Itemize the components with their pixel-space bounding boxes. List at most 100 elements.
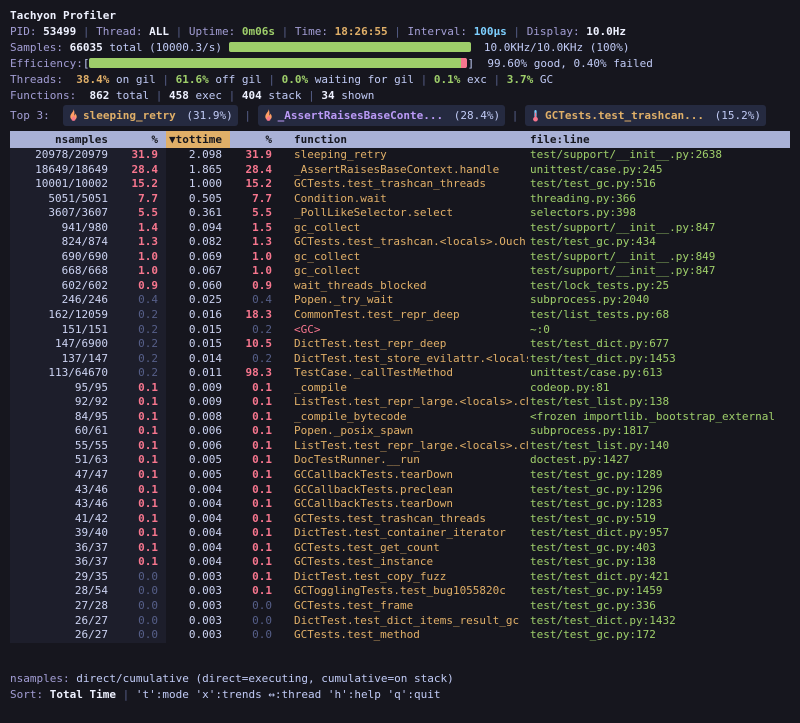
tottime-cell: 0.004 — [166, 526, 230, 541]
table-row[interactable]: 18649/18649 28.4 1.865 28.4 _AssertRaise… — [10, 163, 790, 178]
table-row[interactable]: 147/6900 0.2 0.015 10.5 DictTest.test_re… — [10, 337, 790, 352]
thread-stat-value: 0.1% — [434, 73, 461, 86]
table-row[interactable]: 39/40 0.1 0.004 0.1 DictTest.test_contai… — [10, 526, 790, 541]
function-stat-label: shown — [335, 89, 375, 102]
app-title: Tachyon Profiler — [10, 8, 790, 24]
table-row[interactable]: 5051/5051 7.7 0.505 7.7 Condition.wait t… — [10, 192, 790, 207]
tottime-cell: 0.009 — [166, 381, 230, 396]
gap — [280, 497, 292, 512]
direct-pct-cell: 0.0 — [116, 599, 166, 614]
table-row[interactable]: 113/64670 0.2 0.011 98.3 TestCase._callT… — [10, 366, 790, 381]
table-row[interactable]: 668/668 1.0 0.067 1.0 gc_collect test/su… — [10, 264, 790, 279]
table-row[interactable]: 84/95 0.1 0.008 0.1 _compile_bytecode <f… — [10, 410, 790, 425]
table-row[interactable]: 162/12059 0.2 0.016 18.3 CommonTest.test… — [10, 308, 790, 323]
col-header-file-line[interactable]: file:line — [528, 131, 790, 148]
table-row[interactable]: 28/54 0.0 0.003 0.1 GCTogglingTests.test… — [10, 584, 790, 599]
direct-pct-cell: 5.5 — [116, 206, 166, 221]
table-row[interactable]: 60/61 0.1 0.006 0.1 Popen._posix_spawn s… — [10, 424, 790, 439]
table-row[interactable]: 26/27 0.0 0.003 0.0 GCTests.test_method … — [10, 628, 790, 643]
table-row[interactable]: 55/55 0.1 0.006 0.1 ListTest.test_repr_l… — [10, 439, 790, 454]
efficiency-line: Efficiency:[] 99.60% good, 0.40% failed — [10, 56, 790, 72]
table-row[interactable]: 36/37 0.1 0.004 0.1 GCTests.test_get_cou… — [10, 541, 790, 556]
nsamples-cell: 5051/5051 — [10, 192, 116, 207]
table-row[interactable]: 29/35 0.0 0.003 0.1 DictTest.test_copy_f… — [10, 570, 790, 585]
nsamples-cell: 29/35 — [10, 570, 116, 585]
function-cell: ListTest.test_repr_large.<locals>.check — [292, 439, 528, 454]
direct-pct-cell: 31.9 — [116, 148, 166, 163]
direct-pct-cell: 0.1 — [116, 410, 166, 425]
cumulative-pct-cell: 0.9 — [230, 279, 280, 294]
top-function[interactable]: GCTests.test_trashcan... (15.2%) — [525, 105, 766, 126]
nsamples-legend-label: nsamples: — [10, 672, 70, 685]
tottime-cell: 0.067 — [166, 264, 230, 279]
cumulative-pct-cell: 0.1 — [230, 424, 280, 439]
table-row[interactable]: 26/27 0.0 0.003 0.0 DictTest.test_dict_i… — [10, 614, 790, 629]
top-function[interactable]: sleeping_retry (31.9%) — [63, 105, 238, 126]
file-line-cell: ~:0 — [528, 323, 790, 338]
table-row[interactable]: 41/42 0.1 0.004 0.1 GCTests.test_trashca… — [10, 512, 790, 527]
top-function[interactable]: _AssertRaisesBaseConte... (28.4%) — [258, 105, 506, 126]
top3-line: Top 3: sleeping_retry (31.9%) | _AssertR… — [10, 105, 790, 126]
table-row[interactable]: 92/92 0.1 0.009 0.1 ListTest.test_repr_l… — [10, 395, 790, 410]
table-row[interactable]: 43/46 0.1 0.004 0.1 GCCallbackTests.tear… — [10, 497, 790, 512]
col-header-direct-pct[interactable]: % — [116, 131, 166, 148]
table-row[interactable]: 47/47 0.1 0.005 0.1 GCCallbackTests.tear… — [10, 468, 790, 483]
table-row[interactable]: 20978/20979 31.9 2.098 31.9 sleeping_ret… — [10, 148, 790, 163]
file-line-cell: unittest/case.py:245 — [528, 163, 790, 178]
table-row[interactable]: 51/63 0.1 0.005 0.1 DocTestRunner.__run … — [10, 453, 790, 468]
direct-pct-cell: 0.0 — [116, 614, 166, 629]
file-line-cell: test/test_dict.py:421 — [528, 570, 790, 585]
tottime-cell: 2.098 — [166, 148, 230, 163]
cumulative-pct-cell: 1.3 — [230, 235, 280, 250]
function-cell: DictTest.test_repr_deep — [292, 337, 528, 352]
table-row[interactable]: 137/147 0.2 0.014 0.2 DictTest.test_stor… — [10, 352, 790, 367]
table-row[interactable]: 27/28 0.0 0.003 0.0 GCTests.test_frame t… — [10, 599, 790, 614]
cumulative-pct-cell: 0.4 — [230, 293, 280, 308]
cumulative-pct-cell: 18.3 — [230, 308, 280, 323]
nsamples-cell: 26/27 — [10, 614, 116, 629]
file-line-cell: test/test_gc.py:1289 — [528, 468, 790, 483]
table-row[interactable]: 602/602 0.9 0.060 0.9 wait_threads_block… — [10, 279, 790, 294]
col-header-function[interactable]: function — [292, 131, 528, 148]
file-line-cell: test/test_dict.py:957 — [528, 526, 790, 541]
nsamples-cell: 39/40 — [10, 526, 116, 541]
col-header-nsamples[interactable]: nsamples — [10, 131, 116, 148]
direct-pct-cell: 1.0 — [116, 250, 166, 265]
table-row[interactable]: 690/690 1.0 0.069 1.0 gc_collect test/su… — [10, 250, 790, 265]
samples-line: Samples: 66035 total (10000.3/s) 10.0KHz… — [10, 40, 790, 56]
table-row[interactable]: 3607/3607 5.5 0.361 5.5 _PollLikeSelecto… — [10, 206, 790, 221]
tottime-cell: 0.003 — [166, 584, 230, 599]
function-cell: _compile_bytecode — [292, 410, 528, 425]
col-header-cumulative-pct[interactable]: % — [230, 131, 280, 148]
table-row[interactable]: 824/874 1.3 0.082 1.3 GCTests.test_trash… — [10, 235, 790, 250]
direct-pct-cell: 0.0 — [116, 628, 166, 643]
cumulative-pct-cell: 0.1 — [230, 410, 280, 425]
table-row[interactable]: 941/980 1.4 0.094 1.5 gc_collect test/su… — [10, 221, 790, 236]
function-cell: DocTestRunner.__run — [292, 453, 528, 468]
thread-value[interactable]: ALL — [149, 25, 169, 38]
function-cell: GCCallbackTests.tearDown — [292, 468, 528, 483]
samples-total-suffix: total (10000.3/s) — [109, 41, 222, 54]
pid-value: 53499 — [43, 25, 76, 38]
direct-pct-cell: 0.1 — [116, 483, 166, 498]
table-row[interactable]: 95/95 0.1 0.009 0.1 _compile codeop.py:8… — [10, 381, 790, 396]
gap — [280, 395, 292, 410]
cumulative-pct-cell: 0.0 — [230, 628, 280, 643]
cumulative-pct-cell: 0.2 — [230, 323, 280, 338]
table-row[interactable]: 36/37 0.1 0.004 0.1 GCTests.test_instanc… — [10, 555, 790, 570]
table-row[interactable]: 246/246 0.4 0.025 0.4 Popen._try_wait su… — [10, 293, 790, 308]
table-row[interactable]: 43/46 0.1 0.004 0.1 GCCallbackTests.prec… — [10, 483, 790, 498]
time-value: 18:26:55 — [335, 25, 388, 38]
table-row[interactable]: 151/151 0.2 0.015 0.2 <GC> ~:0 — [10, 323, 790, 338]
file-line-cell: test/test_gc.py:519 — [528, 512, 790, 527]
gap — [280, 483, 292, 498]
gap — [280, 148, 292, 163]
col-header-tottime-sorted[interactable]: ▼tottime — [166, 131, 230, 148]
thread-stat-value: 0.0% — [282, 73, 309, 86]
footer-keys-line: Sort: Total Time | 't':mode 'x':trends ↔… — [10, 687, 790, 703]
cumulative-pct-cell: 0.1 — [230, 584, 280, 599]
nsamples-cell: 10001/10002 — [10, 177, 116, 192]
tottime-cell: 0.011 — [166, 366, 230, 381]
table-row[interactable]: 10001/10002 15.2 1.000 15.2 GCTests.test… — [10, 177, 790, 192]
direct-pct-cell: 0.2 — [116, 323, 166, 338]
